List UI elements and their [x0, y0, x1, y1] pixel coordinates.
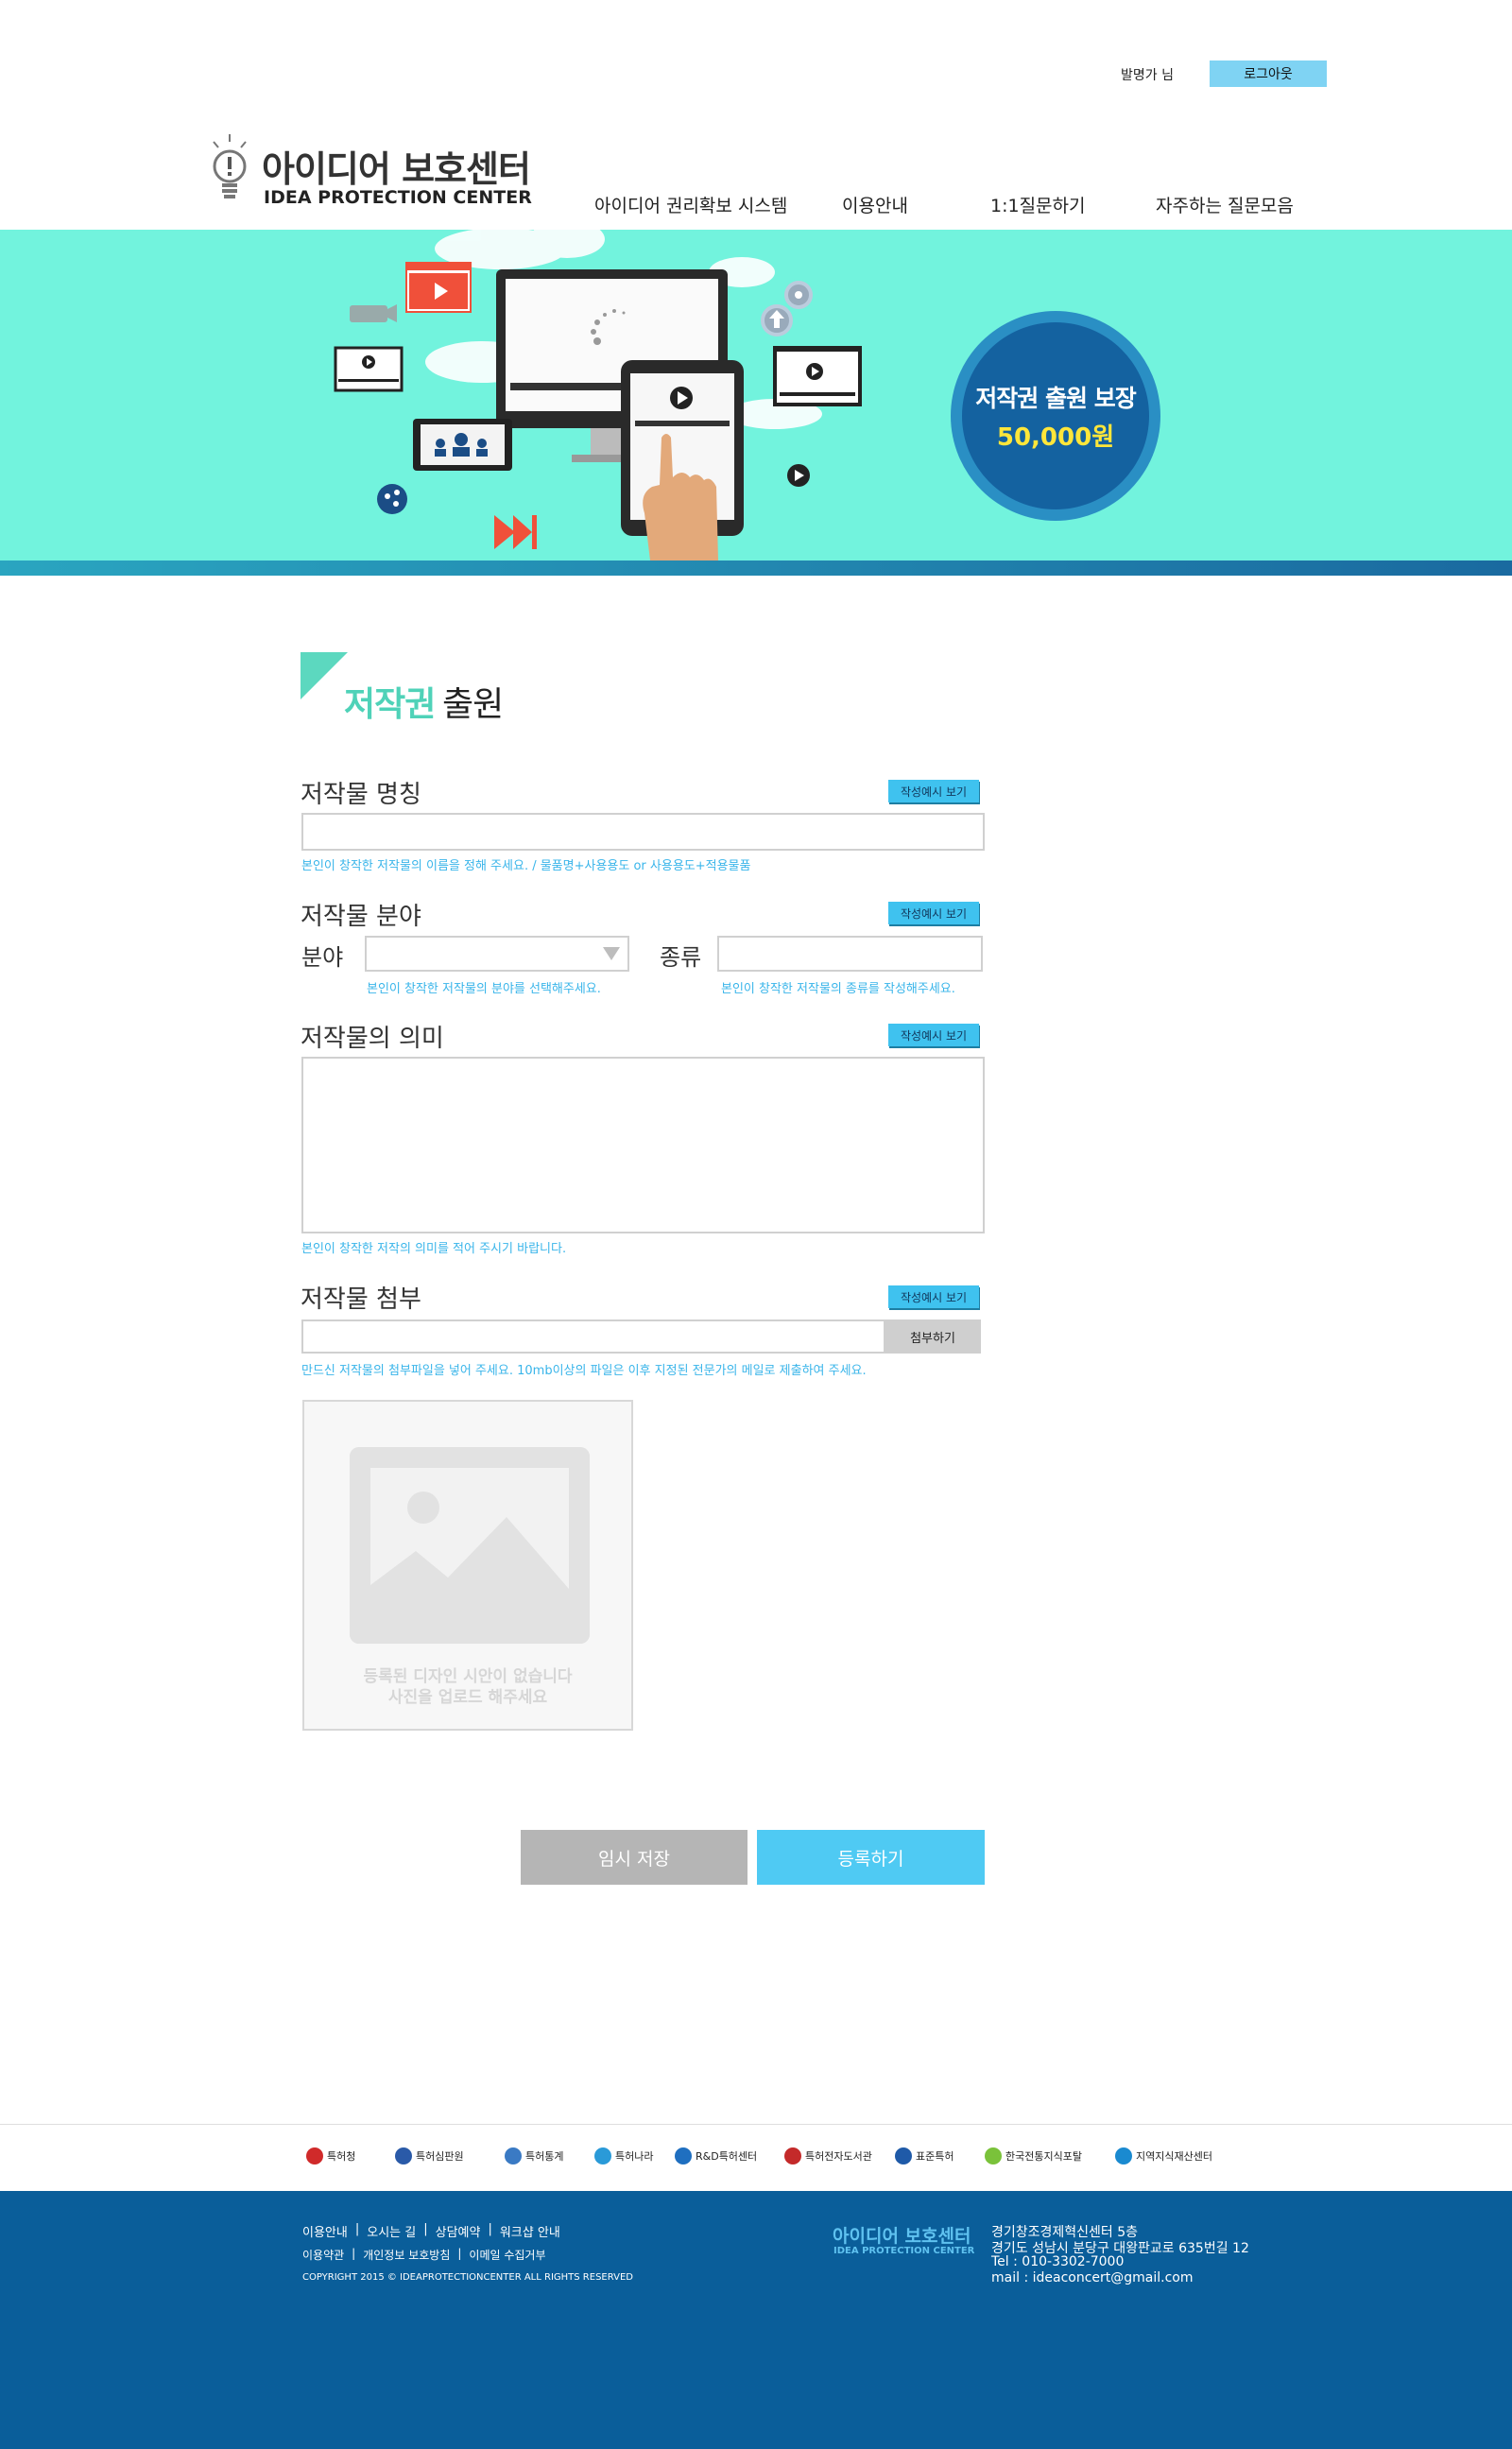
image-placeholder-icon	[350, 1447, 590, 1644]
field-select-label: 분야	[301, 944, 344, 971]
promo-price: 50,000원	[996, 423, 1115, 452]
partner-link-traditional-knowledge[interactable]: 한국전통지식포탈	[985, 2146, 1082, 2166]
logo-title: 아이디어 보호센터	[262, 148, 531, 190]
attach-file-button[interactable]: 첨부하기	[885, 1319, 981, 1354]
site-logo[interactable]: 아이디어 보호센터 IDEA PROTECTION CENTER	[210, 130, 532, 216]
footer-separator: |	[352, 2247, 356, 2260]
partner-logo-icon	[675, 2147, 692, 2164]
work-name-input[interactable]	[301, 813, 985, 851]
footer-link-consult-reservation[interactable]: 상담예약	[436, 2222, 481, 2240]
footer-separator: |	[354, 2222, 360, 2236]
footer-link-usage-guide[interactable]: 이용안내	[302, 2222, 348, 2240]
partner-link-kipo[interactable]: 특허청	[306, 2146, 355, 2166]
footer-link-workshop[interactable]: 워크샵 안내	[500, 2222, 560, 2240]
footer-phone: Tel : 010-3302-7000	[991, 2254, 1125, 2269]
work-name-label: 저작물 명칭	[301, 781, 421, 809]
banner-illustration	[334, 230, 862, 561]
preview-upload-message: 사진을 업로드 해주세요	[387, 1688, 548, 1707]
partner-link-statistics[interactable]: 특허통계	[505, 2146, 563, 2166]
partner-link-ipt[interactable]: 특허심판원	[395, 2146, 464, 2166]
logo-subtitle: IDEA PROTECTION CENTER	[264, 187, 532, 208]
partner-label: R&D특허센터	[696, 2150, 758, 2163]
image-preview[interactable]: 등록된 디자인 시안이 없습니다 사진을 업로드 해주세요	[302, 1400, 633, 1731]
footer-link-email-refusal[interactable]: 이메일 수집거부	[469, 2247, 545, 2263]
site-footer: 이용안내 | 오시는 길 | 상담예약 | 워크샵 안내 이용약관 | 개인정보…	[0, 2191, 1512, 2449]
type-input-label: 종류	[660, 944, 702, 971]
page-title-highlight: 저작권	[344, 685, 436, 724]
type-input-hint: 본인이 창작한 저작물의 종류를 작성해주세요.	[721, 982, 955, 996]
partner-label: 특허전자도서관	[805, 2150, 872, 2163]
footer-separator: |	[488, 2222, 492, 2236]
work-field-example-button[interactable]: 작성예시 보기	[888, 902, 979, 924]
footer-link-directions[interactable]: 오시는 길	[367, 2222, 416, 2240]
partner-logo-icon	[1115, 2147, 1132, 2164]
partner-link-standard-patent[interactable]: 표준특허	[895, 2146, 954, 2166]
footer-email: mail : ideaconcert@gmail.com	[991, 2270, 1194, 2285]
work-meaning-example-button[interactable]: 작성예시 보기	[888, 1024, 979, 1046]
work-meaning-label: 저작물의 의미	[301, 1025, 444, 1053]
work-meaning-textarea[interactable]	[301, 1057, 985, 1233]
partner-logo-icon	[505, 2147, 522, 2164]
partner-label: 특허통계	[525, 2150, 564, 2163]
title-triangle-icon	[301, 652, 348, 699]
partner-logo-icon	[985, 2147, 1002, 2164]
temp-save-button[interactable]: 임시 저장	[521, 1830, 747, 1885]
field-select[interactable]	[365, 936, 629, 972]
attachment-example-button[interactable]: 작성예시 보기	[888, 1285, 979, 1308]
logout-button[interactable]: 로그아웃	[1210, 60, 1327, 87]
work-meaning-hint: 본인이 창작한 저작의 의미를 적어 주시기 바랍니다.	[301, 1242, 567, 1256]
footer-separator: |	[423, 2222, 428, 2236]
partner-link-e-library[interactable]: 특허전자도서관	[784, 2146, 872, 2166]
partner-link-patent-nara[interactable]: 특허나라	[594, 2146, 653, 2166]
hero-banner: 저작권 출원 보장 50,000원	[0, 230, 1512, 561]
field-select-hint: 본인이 창작한 저작물의 분야를 선택해주세요.	[367, 982, 601, 996]
work-field-label: 저작물 분야	[301, 903, 421, 931]
user-name: 발명가 님	[1121, 68, 1174, 83]
partner-link-ripc[interactable]: 지역지식재산센터	[1115, 2146, 1212, 2166]
partner-logo-icon	[306, 2147, 323, 2164]
footer-links-row1: 이용안내 | 오시는 길 | 상담예약 | 워크샵 안내	[302, 2222, 560, 2240]
promo-line1: 저작권 출원 보장	[975, 384, 1136, 412]
register-button[interactable]: 등록하기	[757, 1830, 985, 1885]
partner-logo-icon	[594, 2147, 611, 2164]
banner-bottom-stripe	[0, 561, 1512, 576]
footer-links-row2: 이용약관 | 개인정보 보호방침 | 이메일 수집거부	[302, 2247, 546, 2263]
dropdown-arrow-icon	[603, 947, 620, 960]
partner-label: 특허청	[327, 2150, 356, 2163]
promo-badge-inner: 저작권 출원 보장 50,000원	[962, 322, 1149, 509]
partner-logo-icon	[395, 2147, 412, 2164]
type-input[interactable]	[717, 936, 983, 972]
partner-link-rnd-center[interactable]: R&D특허센터	[675, 2146, 757, 2166]
attachment-file-input[interactable]	[301, 1319, 885, 1354]
page-title: 출원	[442, 685, 504, 724]
partner-label: 표준특허	[916, 2150, 954, 2163]
partner-label: 지역지식재산센터	[1136, 2150, 1212, 2163]
promo-badge: 저작권 출원 보장 50,000원	[951, 311, 1160, 521]
partner-logo-icon	[895, 2147, 912, 2164]
footer-separator: |	[457, 2247, 462, 2260]
nav-idea-rights-system[interactable]: 아이디어 권리확보 시스템	[594, 192, 787, 217]
work-name-hint: 본인이 창작한 저작물의 이름을 정해 주세요. / 물품명+사용용도 or 사…	[301, 859, 751, 873]
footer-link-privacy[interactable]: 개인정보 보호방침	[363, 2247, 450, 2263]
partner-label: 특허심판원	[416, 2150, 464, 2163]
nav-faq[interactable]: 자주하는 질문모음	[1156, 192, 1294, 217]
partner-label: 특허나라	[615, 2150, 654, 2163]
work-name-example-button[interactable]: 작성예시 보기	[888, 780, 979, 802]
partner-label: 한국전통지식포탈	[1005, 2150, 1082, 2163]
footer-link-terms[interactable]: 이용약관	[302, 2247, 344, 2263]
nav-one-on-one-question[interactable]: 1:1질문하기	[990, 192, 1086, 217]
footer-logo-title: 아이디어 보호센터	[833, 2226, 971, 2247]
lightbulb-icon	[213, 134, 247, 198]
copyright-text: COPYRIGHT 2015 © IDEAPROTECTIONCENTER AL…	[302, 2272, 633, 2283]
nav-usage-guide[interactable]: 이용안내	[842, 192, 908, 217]
partners-divider	[0, 2124, 1512, 2125]
footer-logo-subtitle: IDEA PROTECTION CENTER	[833, 2246, 975, 2256]
attachment-label: 저작물 첨부	[301, 1285, 421, 1314]
partner-logo-icon	[784, 2147, 801, 2164]
attachment-hint: 만드신 저작물의 첨부파일을 넣어 주세요. 10mb이상의 파일은 이후 지정…	[301, 1364, 867, 1378]
